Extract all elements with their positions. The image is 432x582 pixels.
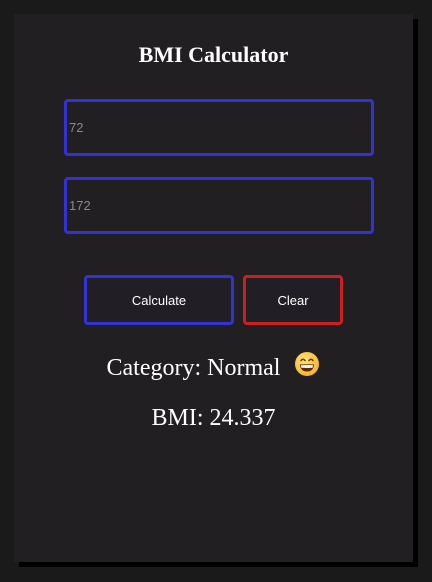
page-title: BMI Calculator [138,42,289,67]
clear-button[interactable]: Clear [243,275,343,325]
category-result: Category: Normal [14,351,413,384]
bmi-label: BMI: [151,405,204,431]
bmi-result: BMI: 24.337 [14,404,413,432]
weight-input[interactable] [64,99,374,156]
calculator-card: BMI Calculator Calculate Clear Category:… [14,14,413,562]
calculate-button[interactable]: Calculate [84,275,234,325]
grinning-face-icon [294,351,320,384]
height-input[interactable] [64,177,374,234]
category-value: Normal [207,355,281,381]
category-label: Category: [106,355,202,381]
bmi-value: 24.337 [209,405,276,431]
